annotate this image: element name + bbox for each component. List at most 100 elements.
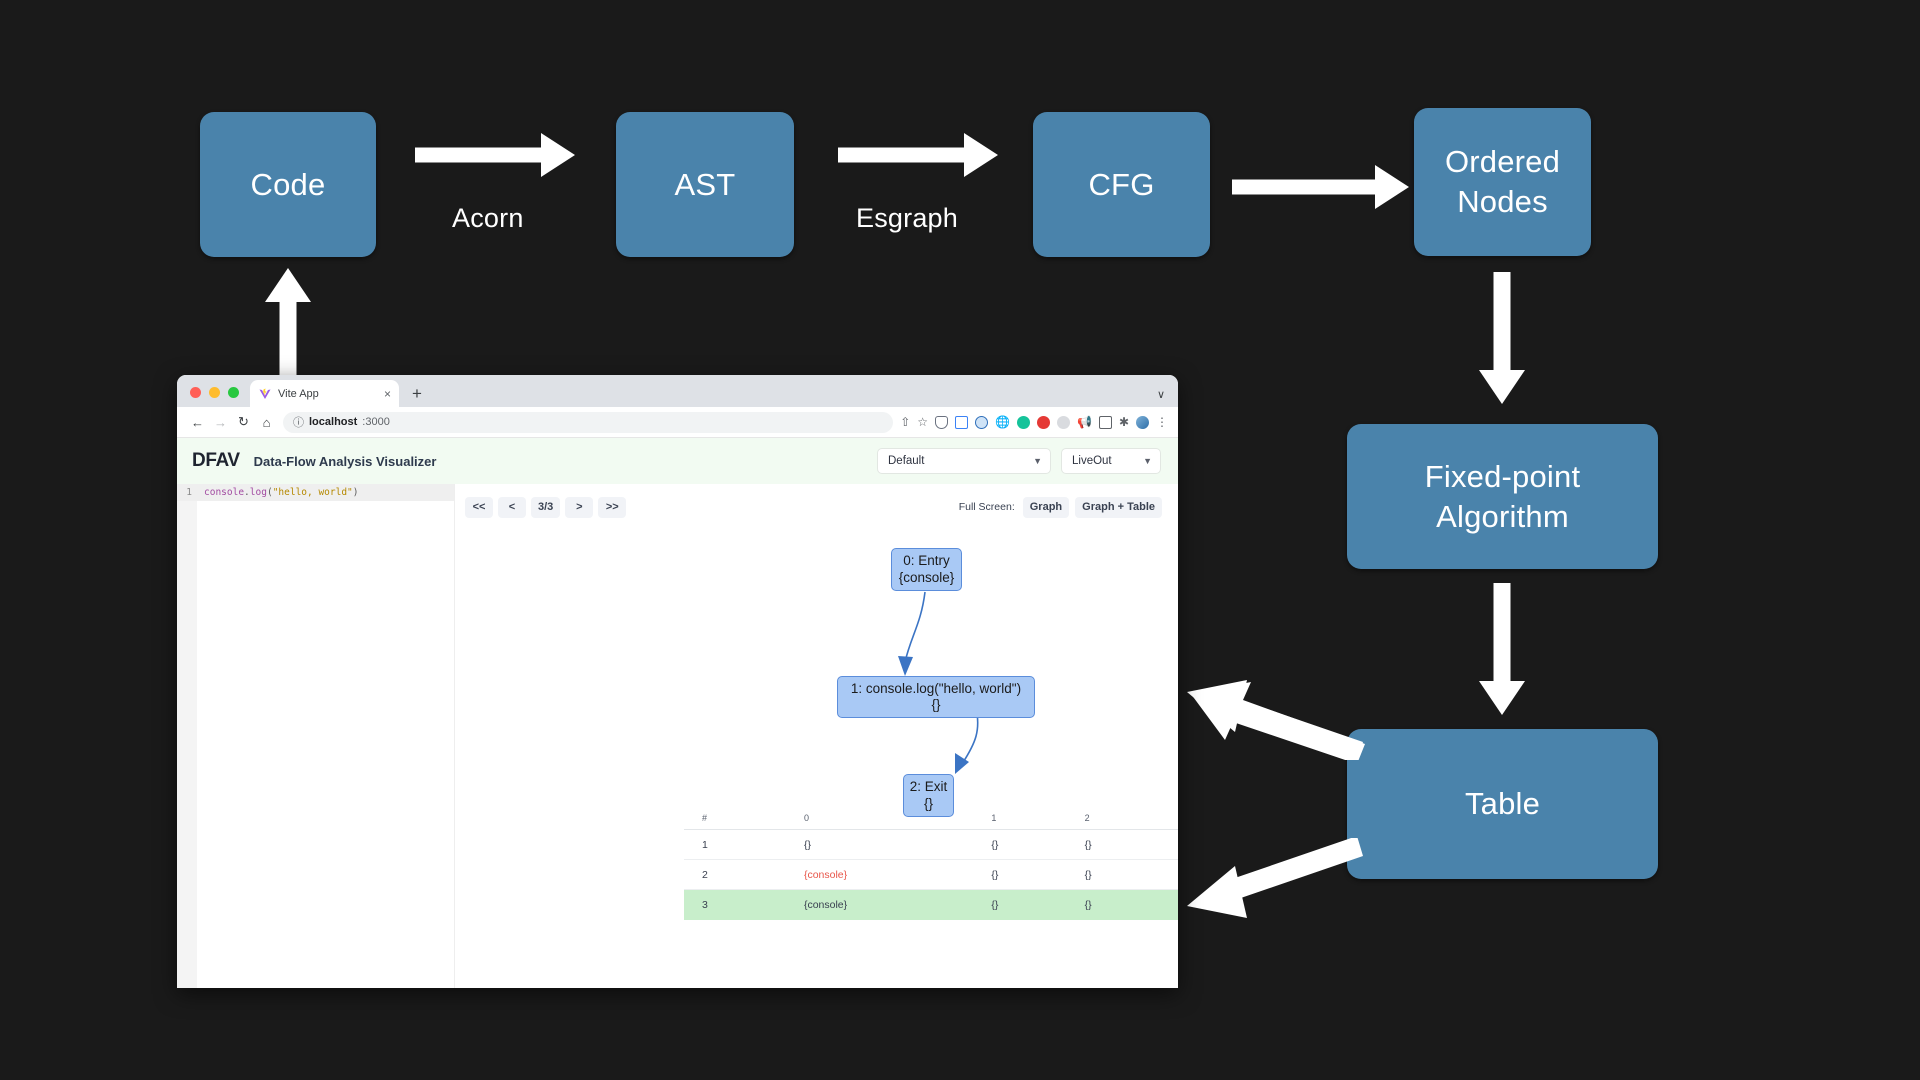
arrow-table-to-data-table (1187, 838, 1363, 918)
prev-step-button[interactable]: < (498, 496, 526, 518)
table-row[interactable]: 2 {console} {} {} (684, 860, 1178, 890)
browser-menu-icon[interactable]: ⋮ (1156, 416, 1168, 428)
diagram-box-ordered-nodes: Ordered Nodes (1414, 108, 1591, 256)
arrow-table-to-graph (1187, 680, 1365, 760)
cfg-node-1-title: 1: console.log("hello, world") (850, 680, 1022, 696)
table-header-row: # 0 1 2 (684, 806, 1178, 830)
puzzle-extensions-icon[interactable]: ✱ (1119, 416, 1129, 428)
adblock-extension-icon[interactable] (1036, 415, 1050, 429)
close-window-icon[interactable] (190, 387, 201, 398)
address-host: localhost (309, 416, 358, 428)
maximize-window-icon[interactable] (228, 387, 239, 398)
window-traffic-lights[interactable] (177, 387, 250, 407)
diagram-box-ordered-nodes-label-line2: Nodes (1457, 184, 1548, 219)
code-text: console.log("hello, world") (204, 487, 359, 498)
grammarly-extension-icon[interactable] (1016, 415, 1030, 429)
column-header-2: 2 (1084, 812, 1090, 823)
app-body: 1 console.log("hello, world") << < 3/3 >… (177, 484, 1178, 988)
edge-label-acorn: Acorn (452, 203, 524, 233)
diagram-box-table: Table (1347, 729, 1658, 879)
dataflow-table: # 0 1 2 1 {} {} {} 2 {console} {} {} 3 {… (684, 806, 1178, 920)
cfg-node-0-set: {console} (898, 569, 955, 585)
browser-tab[interactable]: Vite App × (250, 380, 399, 407)
diagram-box-ast: AST (616, 112, 794, 257)
shield-extension-icon[interactable] (935, 415, 949, 429)
browser-url-bar: ← → ↻ ⌂ ⓘ localhost :3000 ⇧ ☆ 🌐 📢 ✱ ⋮ (177, 407, 1178, 438)
chevron-down-icon[interactable]: ∨ (1157, 388, 1165, 401)
browser-window: Vite App × + ∨ ← → ↻ ⌂ ⓘ localhost :3000 … (177, 375, 1178, 988)
code-editor[interactable]: 1 console.log("hello, world") (177, 484, 454, 988)
cell-node-1: {} (991, 838, 999, 851)
edge-label-esgraph: Esgraph (856, 203, 958, 233)
cell-node-2: {} (1084, 868, 1092, 881)
share-icon[interactable]: ⇧ (900, 416, 910, 428)
diagram-box-code: Code (200, 112, 376, 257)
fullscreen-controls: Full Screen: Graph Graph + Table (959, 496, 1162, 518)
preset-select-value: Default (888, 455, 925, 467)
new-tab-button[interactable]: + (412, 385, 422, 402)
megaphone-extension-icon[interactable]: 📢 (1077, 416, 1092, 428)
analysis-select-value: LiveOut (1072, 455, 1112, 467)
browser-tab-title: Vite App (278, 387, 319, 400)
back-icon[interactable]: ← (186, 415, 209, 430)
minimize-window-icon[interactable] (209, 387, 220, 398)
table-row[interactable]: 3 {console} {} {} (684, 890, 1178, 920)
cell-index: 1 (702, 838, 708, 851)
export-extension-icon[interactable] (955, 415, 969, 429)
code-line-1[interactable]: 1 console.log("hello, world") (177, 484, 454, 501)
diagram-box-fixed-point-algorithm: Fixed-point Algorithm (1347, 424, 1658, 569)
editor-gutter (177, 501, 197, 988)
cfg-node-0[interactable]: 0: Entry {console} (891, 548, 962, 591)
close-tab-icon[interactable]: × (384, 388, 391, 400)
main-pane: << < 3/3 > >> Full Screen: Graph Graph +… (454, 484, 1178, 988)
diagram-box-code-label: Code (250, 166, 326, 202)
last-step-button[interactable]: >> (598, 496, 627, 518)
bookmark-star-icon[interactable]: ☆ (917, 416, 928, 428)
cfg-node-1[interactable]: 1: console.log("hello, world") {} (837, 676, 1035, 718)
clipboard-extension-icon[interactable] (1098, 415, 1112, 429)
vite-logo-icon (259, 388, 271, 400)
app-header: DFAV Data-Flow Analysis Visualizer Defau… (177, 438, 1178, 484)
home-icon[interactable]: ⌂ (255, 415, 278, 430)
cell-node-0: {} (803, 838, 811, 851)
cell-node-2: {} (1084, 838, 1092, 851)
cfg-edges (898, 591, 979, 774)
cell-index: 2 (702, 868, 708, 881)
globe-extension-icon[interactable]: 🌐 (995, 416, 1010, 428)
column-header-index: # (702, 812, 708, 823)
cfg-graph: 0: Entry {console} 1: console.log("hello… (455, 524, 1178, 817)
line-number: 1 (186, 487, 192, 498)
address-port: :3000 (362, 416, 390, 428)
browser-tab-strip: Vite App × + ∨ (177, 375, 1178, 407)
analysis-select[interactable]: LiveOut ▼ (1061, 448, 1161, 474)
first-step-button[interactable]: << (465, 496, 493, 518)
forward-icon[interactable]: → (209, 415, 232, 430)
diagram-box-fixed-point-label-line1: Fixed-point (1424, 458, 1581, 494)
browser-extensions-bar: ⇧ ☆ 🌐 📢 ✱ ⋮ (900, 415, 1170, 429)
diagram-canvas: Code Acorn AST Esgraph CFG Ordered Nodes… (0, 0, 1920, 1080)
chevron-down-icon: ▼ (1033, 456, 1042, 466)
fullscreen-graph-table-button[interactable]: Graph + Table (1075, 496, 1162, 518)
fullscreen-graph-button[interactable]: Graph (1022, 496, 1070, 518)
cell-node-1: {} (991, 868, 999, 881)
diagram-box-cfg-label: CFG (1088, 166, 1155, 202)
page-title: Data-Flow Analysis Visualizer (253, 453, 437, 469)
preset-select[interactable]: Default ▼ (877, 448, 1051, 474)
column-header-0: 0 (803, 812, 809, 823)
diagram-box-ast-label: AST (674, 166, 736, 202)
cell-node-2: {} (1084, 899, 1092, 911)
table-row[interactable]: 1 {} {} {} (684, 830, 1178, 860)
cell-node-0: {console} (803, 868, 848, 881)
power-extension-icon[interactable] (1056, 415, 1070, 429)
next-step-button[interactable]: > (565, 496, 594, 518)
cursor-extension-icon[interactable] (975, 415, 989, 429)
reload-icon[interactable]: ↻ (232, 414, 255, 430)
address-input[interactable]: ⓘ localhost :3000 (283, 411, 894, 433)
avatar[interactable] (1136, 415, 1149, 429)
cell-index: 3 (702, 899, 708, 911)
column-header-1: 1 (991, 812, 997, 823)
diagram-box-cfg: CFG (1033, 112, 1210, 257)
diagram-box-ordered-nodes-label-line1: Ordered (1444, 144, 1561, 180)
site-info-icon[interactable]: ⓘ (293, 414, 304, 430)
diagram-box-fixed-point-label-line2: Algorithm (1436, 498, 1569, 534)
